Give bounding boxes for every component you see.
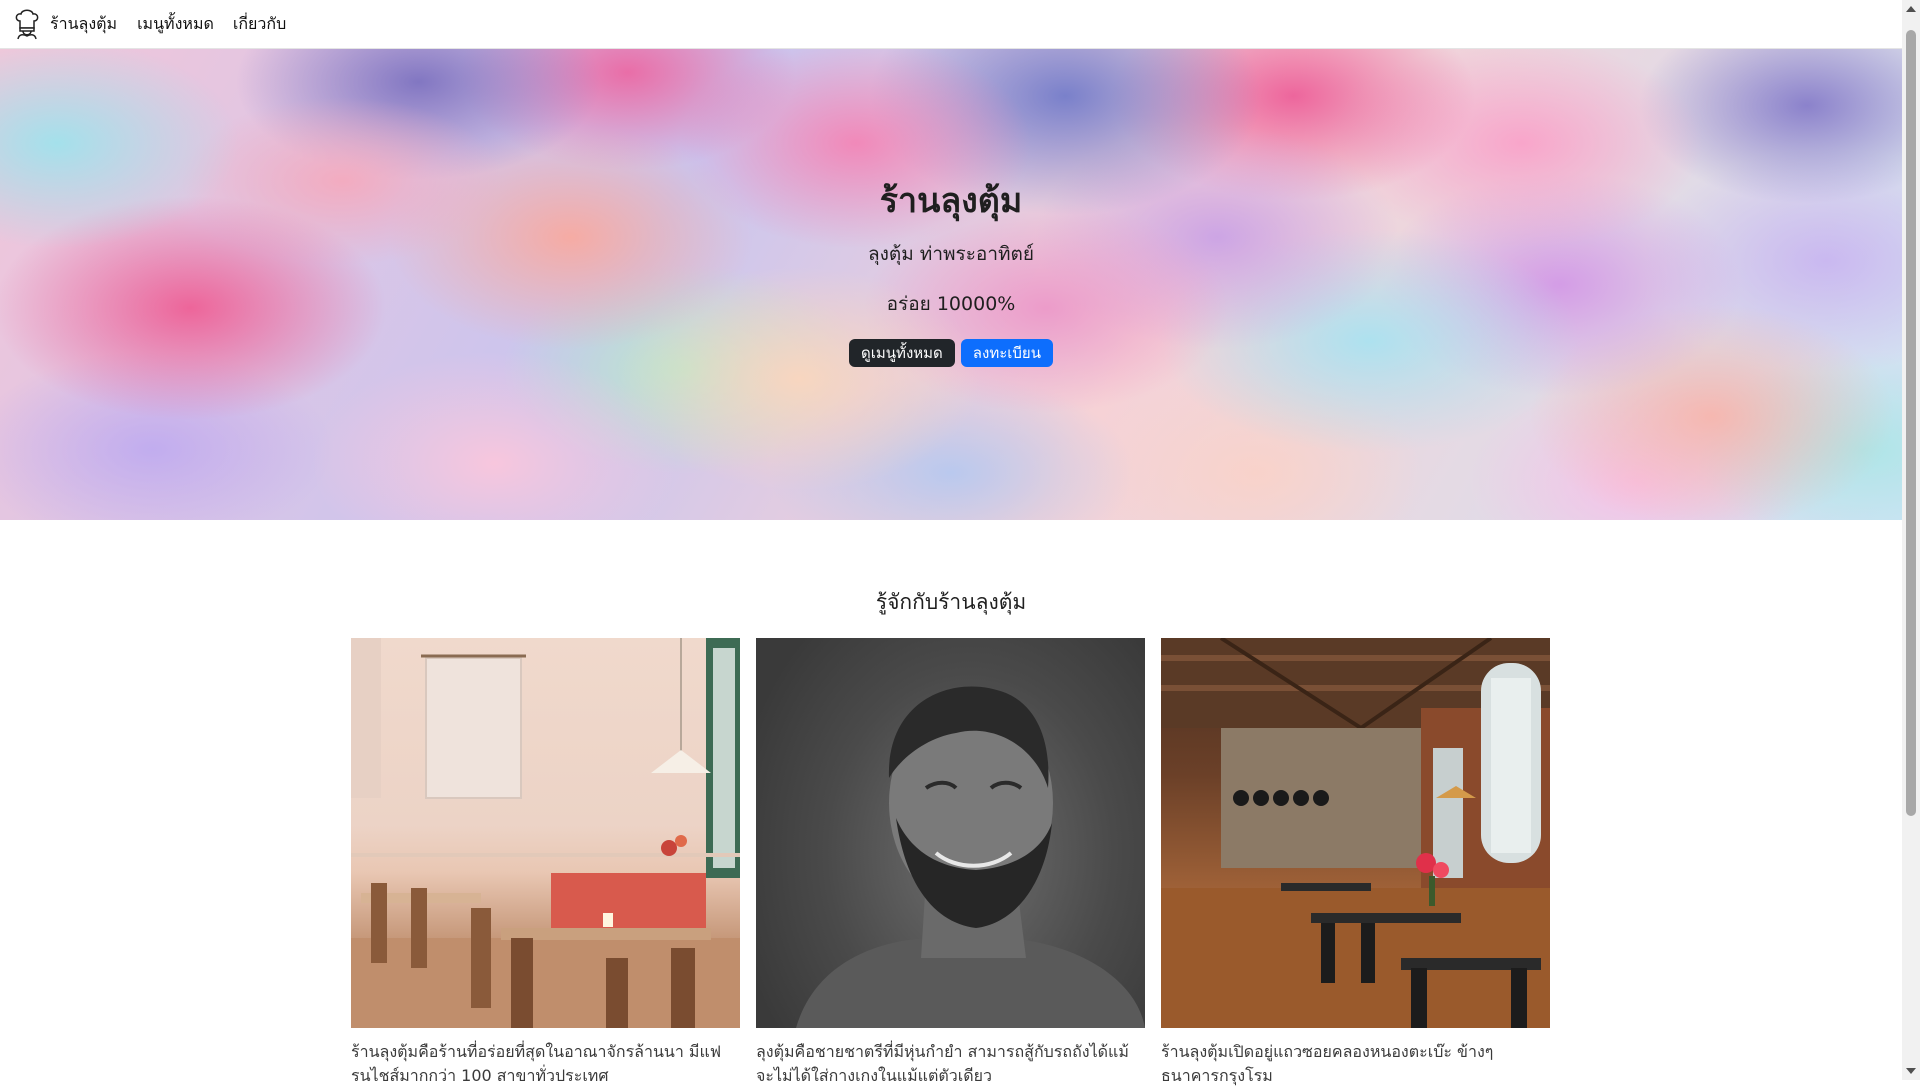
hero-content: ร้านลุงตุ้ม ลุงตุ้ม ท่าพระอาทิตย์ อร่อย … [0,49,1902,520]
about-card-location: ร้านลุงตุ้มเปิดอยู่แถวซอยคลองหนองตะเบ๊ะ … [1161,638,1550,1088]
restaurant-hall-image [1161,638,1550,1028]
navbar: ร้านลุงตุ้ม เมนูทั้งหมด เกี่ยวกับ [0,0,1902,49]
scrollbar-thumb[interactable] [1906,30,1916,816]
hero-title: ร้านลุงตุ้ม [879,181,1023,221]
page-scrollbar[interactable] [1902,0,1920,1080]
hero-subtitle: ลุงตุ้ม ท่าพระอาทิตย์ [867,243,1035,265]
nav-brand-link[interactable]: ร้านลุงตุ้ม [50,12,117,37]
view-menu-button[interactable]: ดูเมนูทั้งหมด [849,339,955,367]
hero-banner: ร้านลุงตุ้ม ลุงตุ้ม ท่าพระอาทิตย์ อร่อย … [0,49,1902,520]
about-card-text: ร้านลุงตุ้มคือร้านที่อร่อยที่สุดในอาณาจั… [351,1042,722,1085]
register-button[interactable]: ลงทะเบียน [960,339,1053,367]
hero-tagline: อร่อย 10000% [886,293,1016,315]
nav-link-all-menu[interactable]: เมนูทั้งหมด [137,12,214,37]
about-section-title: รู้จักกับร้านลุงตุ้ม [875,590,1027,614]
scroll-up-icon[interactable] [1906,6,1916,12]
owner-portrait-image [756,638,1145,1028]
about-card-shop: ร้านลุงตุ้มคือร้านที่อร่อยที่สุดในอาณาจั… [351,638,740,1088]
chef-hat-icon[interactable] [12,7,42,41]
nav-link-about[interactable]: เกี่ยวกับ [233,12,286,37]
about-card-text: ร้านลุงตุ้มเปิดอยู่แถวซอยคลองหนองตะเบ๊ะ … [1161,1042,1494,1085]
scroll-down-icon[interactable] [1906,1068,1916,1074]
about-card-owner: ลุงตุ้มคือชายชาตรีที่มีหุ่นกำยำ สามารถสู… [756,638,1145,1088]
restaurant-interior-image [351,638,740,1028]
about-card-text: ลุงตุ้มคือชายชาตรีที่มีหุ่นกำยำ สามารถสู… [756,1042,1129,1085]
hero-buttons: ดูเมนูทั้งหมด ลงทะเบียน [0,339,1902,367]
